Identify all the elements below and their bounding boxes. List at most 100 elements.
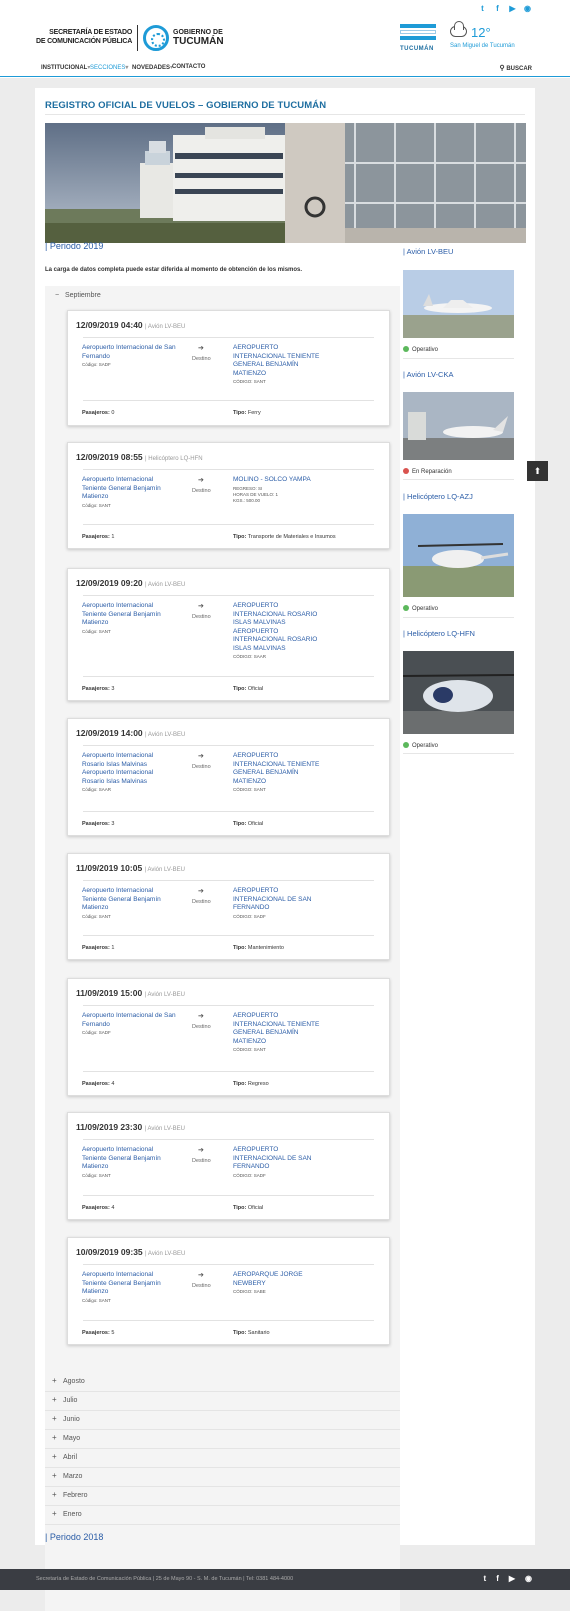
secretaria-logo[interactable]: SECRETARÍA DE ESTADO DE COMUNICACIÓN PÚB… — [36, 28, 132, 46]
facebook-icon[interactable]: f — [496, 1574, 499, 1583]
page-title: REGISTRO OFICIAL DE VUELOS – GOBIERNO DE… — [45, 100, 327, 111]
main-nav: INSTITUCIONAL▾ SECCIONES▾ NOVEDADES▾ CON… — [0, 60, 570, 77]
flight-destination[interactable]: AEROPARQUE JORGE NEWBERY CÓDIGO: SABE — [233, 1271, 323, 1295]
aircraft-title-lv-cka[interactable]: | Avión LV-CKA — [403, 370, 453, 379]
period-2018-heading[interactable]: | Periodo 2018 — [45, 1532, 103, 1542]
month-toggle-marzo[interactable]: + Marzo — [45, 1468, 400, 1487]
arrow-right-icon: ➔ — [198, 1147, 204, 1154]
flight-origin[interactable]: Aeropuerto Internacional Teniente Genera… — [82, 887, 177, 920]
plus-icon: + — [52, 1471, 57, 1480]
dest-code: CÓDIGO: SADF — [233, 913, 266, 919]
destino-label: Destino — [192, 356, 211, 362]
flight-card: 12/09/2019 08:55 | Helicóptero LQ-HFN Ae… — [67, 442, 390, 549]
flight-origin[interactable]: Aeropuerto Internacional Teniente Genera… — [82, 476, 177, 509]
rss-icon[interactable]: ◉ — [523, 4, 532, 13]
month-toggle-mayo[interactable]: + Mayo — [45, 1430, 400, 1449]
flight-date: 11/09/2019 23:30 | Avión LV-BEU — [76, 1122, 185, 1132]
twitter-icon[interactable]: t — [484, 1574, 487, 1583]
destino-label: Destino — [192, 899, 211, 905]
destino-label: Destino — [192, 764, 211, 770]
flight-origin[interactable]: Aeropuerto Internacional de San Fernando… — [82, 344, 177, 368]
logo-divider — [137, 25, 138, 51]
main-content: REGISTRO OFICIAL DE VUELOS – GOBIERNO DE… — [35, 88, 535, 1611]
origin-code: Código: SANT — [82, 913, 111, 919]
facebook-icon[interactable]: f — [493, 4, 502, 13]
destino-label: Destino — [192, 1283, 211, 1289]
flight-destination[interactable]: AEROPUERTO INTERNACIONAL TENIENTE GENERA… — [233, 1012, 323, 1053]
twitter-icon[interactable]: t — [478, 4, 487, 13]
flight-destination[interactable]: AEROPUERTO INTERNACIONAL TENIENTE GENERA… — [233, 752, 323, 793]
destino-label: Destino — [192, 614, 211, 620]
aircraft-title-lq-azj[interactable]: | Helicóptero LQ-AZJ — [403, 492, 473, 501]
flight-aircraft: | Avión LV-BEU — [144, 1126, 185, 1132]
destino-label: Destino — [192, 488, 211, 494]
flight-passengers: Pasajeros: 5 — [82, 1330, 115, 1336]
flight-aircraft: | Avión LV-BEU — [145, 1251, 186, 1257]
flight-aircraft: | Avión LV-BEU — [145, 324, 186, 330]
flight-type: Tipo: Oficial — [233, 686, 264, 692]
month-toggle-julio[interactable]: + Julio — [45, 1392, 400, 1411]
cloud-icon — [450, 21, 467, 37]
nav-novedades[interactable]: NOVEDADES▾ — [132, 64, 173, 71]
arrow-right-icon: ➔ — [198, 345, 204, 352]
nav-contacto[interactable]: CONTACTO — [172, 64, 205, 70]
plus-icon: + — [52, 1452, 57, 1461]
flight-origin[interactable]: Aeropuerto Internacional Teniente Genera… — [82, 1146, 177, 1179]
flight-origin[interactable]: Aeropuerto Internacional de San Fernando… — [82, 1012, 177, 1036]
flight-origin[interactable]: Aeropuerto Internacional Teniente Genera… — [82, 1271, 177, 1304]
arrow-right-icon: ➔ — [198, 603, 204, 610]
flight-passengers: Pasajeros: 1 — [82, 534, 115, 540]
origin-code: Código: SANT — [82, 628, 111, 634]
origin-code: Código: SADF — [82, 1030, 111, 1035]
aircraft-image-lq-azj[interactable] — [403, 514, 514, 597]
month-toggle-febrero[interactable]: + Febrero — [45, 1487, 400, 1506]
plus-icon: + — [52, 1490, 57, 1499]
plus-icon: + — [52, 1509, 57, 1518]
search-button[interactable]: ⚲ BUSCAR — [500, 64, 532, 72]
rss-icon[interactable]: ◉ — [525, 1574, 532, 1583]
aircraft-image-lv-beu[interactable] — [403, 270, 514, 338]
dest-code: CÓDIGO: SABE — [233, 1289, 266, 1294]
dest-code: CÓDIGO: SANT — [233, 787, 266, 792]
aircraft-title-lv-beu[interactable]: | Avión LV-BEU — [403, 247, 453, 256]
month-toggle-abril[interactable]: + Abril — [45, 1449, 400, 1468]
flight-origin[interactable]: Aeropuerto Internacional Rosario Islas M… — [82, 752, 177, 793]
arrow-right-icon: ➔ — [198, 753, 204, 760]
nav-institucional[interactable]: INSTITUCIONAL▾ — [41, 64, 90, 71]
month-toggle-septiembre[interactable]: − Septiembre — [55, 292, 101, 299]
flight-destination[interactable]: AEROPUERTO INTERNACIONAL DE SAN FERNANDO… — [233, 887, 323, 920]
flight-origin[interactable]: Aeropuerto Internacional Teniente Genera… — [82, 602, 177, 635]
month-toggle-enero[interactable]: + Enero — [45, 1506, 400, 1525]
arrow-up-icon: ⬆ — [533, 466, 542, 476]
flight-card: 12/09/2019 14:00 | Avión LV-BEU Aeropuer… — [67, 718, 390, 836]
nav-secciones[interactable]: SECCIONES▾ — [90, 64, 128, 71]
flight-type: Tipo: Sanitario — [233, 1330, 270, 1336]
youtube-icon[interactable]: ▶ — [509, 1574, 515, 1583]
flight-destination[interactable]: MOLINO - SOLCO YAMPA REGRESO: SI HORAS DE… — [233, 476, 323, 504]
period-2019-heading[interactable]: | Periodo 2019 — [45, 241, 103, 251]
gobierno-logo[interactable]: GOBIERNO DE TUCUMÁN — [173, 28, 224, 47]
flight-date: 11/09/2019 15:00 | Avión LV-BEU — [76, 988, 185, 998]
flight-type: Tipo: Ferry — [233, 410, 261, 416]
aircraft-image-lq-hfn[interactable] — [403, 651, 514, 734]
flight-destination[interactable]: AEROPUERTO INTERNACIONAL ROSARIO ISLAS M… — [233, 602, 323, 660]
flight-date: 12/09/2019 08:55 | Helicóptero LQ-HFN — [76, 452, 203, 462]
plus-icon: + — [52, 1395, 57, 1404]
flight-destination[interactable]: AEROPUERTO INTERNACIONAL TENIENTE GENERA… — [233, 344, 323, 385]
aircraft-image-lv-cka[interactable] — [403, 392, 514, 460]
youtube-icon[interactable]: ▶ — [508, 4, 517, 13]
flight-aircraft: | Avión LV-BEU — [144, 867, 185, 873]
dest-code: CÓDIGO: SAAR — [233, 654, 267, 659]
flight-passengers: Pasajeros: 4 — [82, 1081, 115, 1087]
flight-card: 11/09/2019 10:05 | Avión LV-BEU Aeropuer… — [67, 853, 390, 960]
flight-passengers: Pasajeros: 3 — [82, 686, 115, 692]
scroll-to-top-button[interactable]: ⬆ — [527, 461, 548, 481]
month-toggle-junio[interactable]: + Junio — [45, 1411, 400, 1430]
flight-type: Tipo: Regreso — [233, 1081, 269, 1087]
arrow-right-icon: ➔ — [198, 1013, 204, 1020]
flight-destination[interactable]: AEROPUERTO INTERNACIONAL DE SAN FERNANDO… — [233, 1146, 323, 1179]
month-toggle-agosto[interactable]: + Agosto — [45, 1373, 400, 1392]
dest-code: CÓDIGO: SADF — [233, 1172, 266, 1178]
aircraft-title-lq-hfn[interactable]: | Helicóptero LQ-HFN — [403, 629, 475, 638]
data-notice: La carga de datos completa puede estar d… — [45, 267, 303, 273]
